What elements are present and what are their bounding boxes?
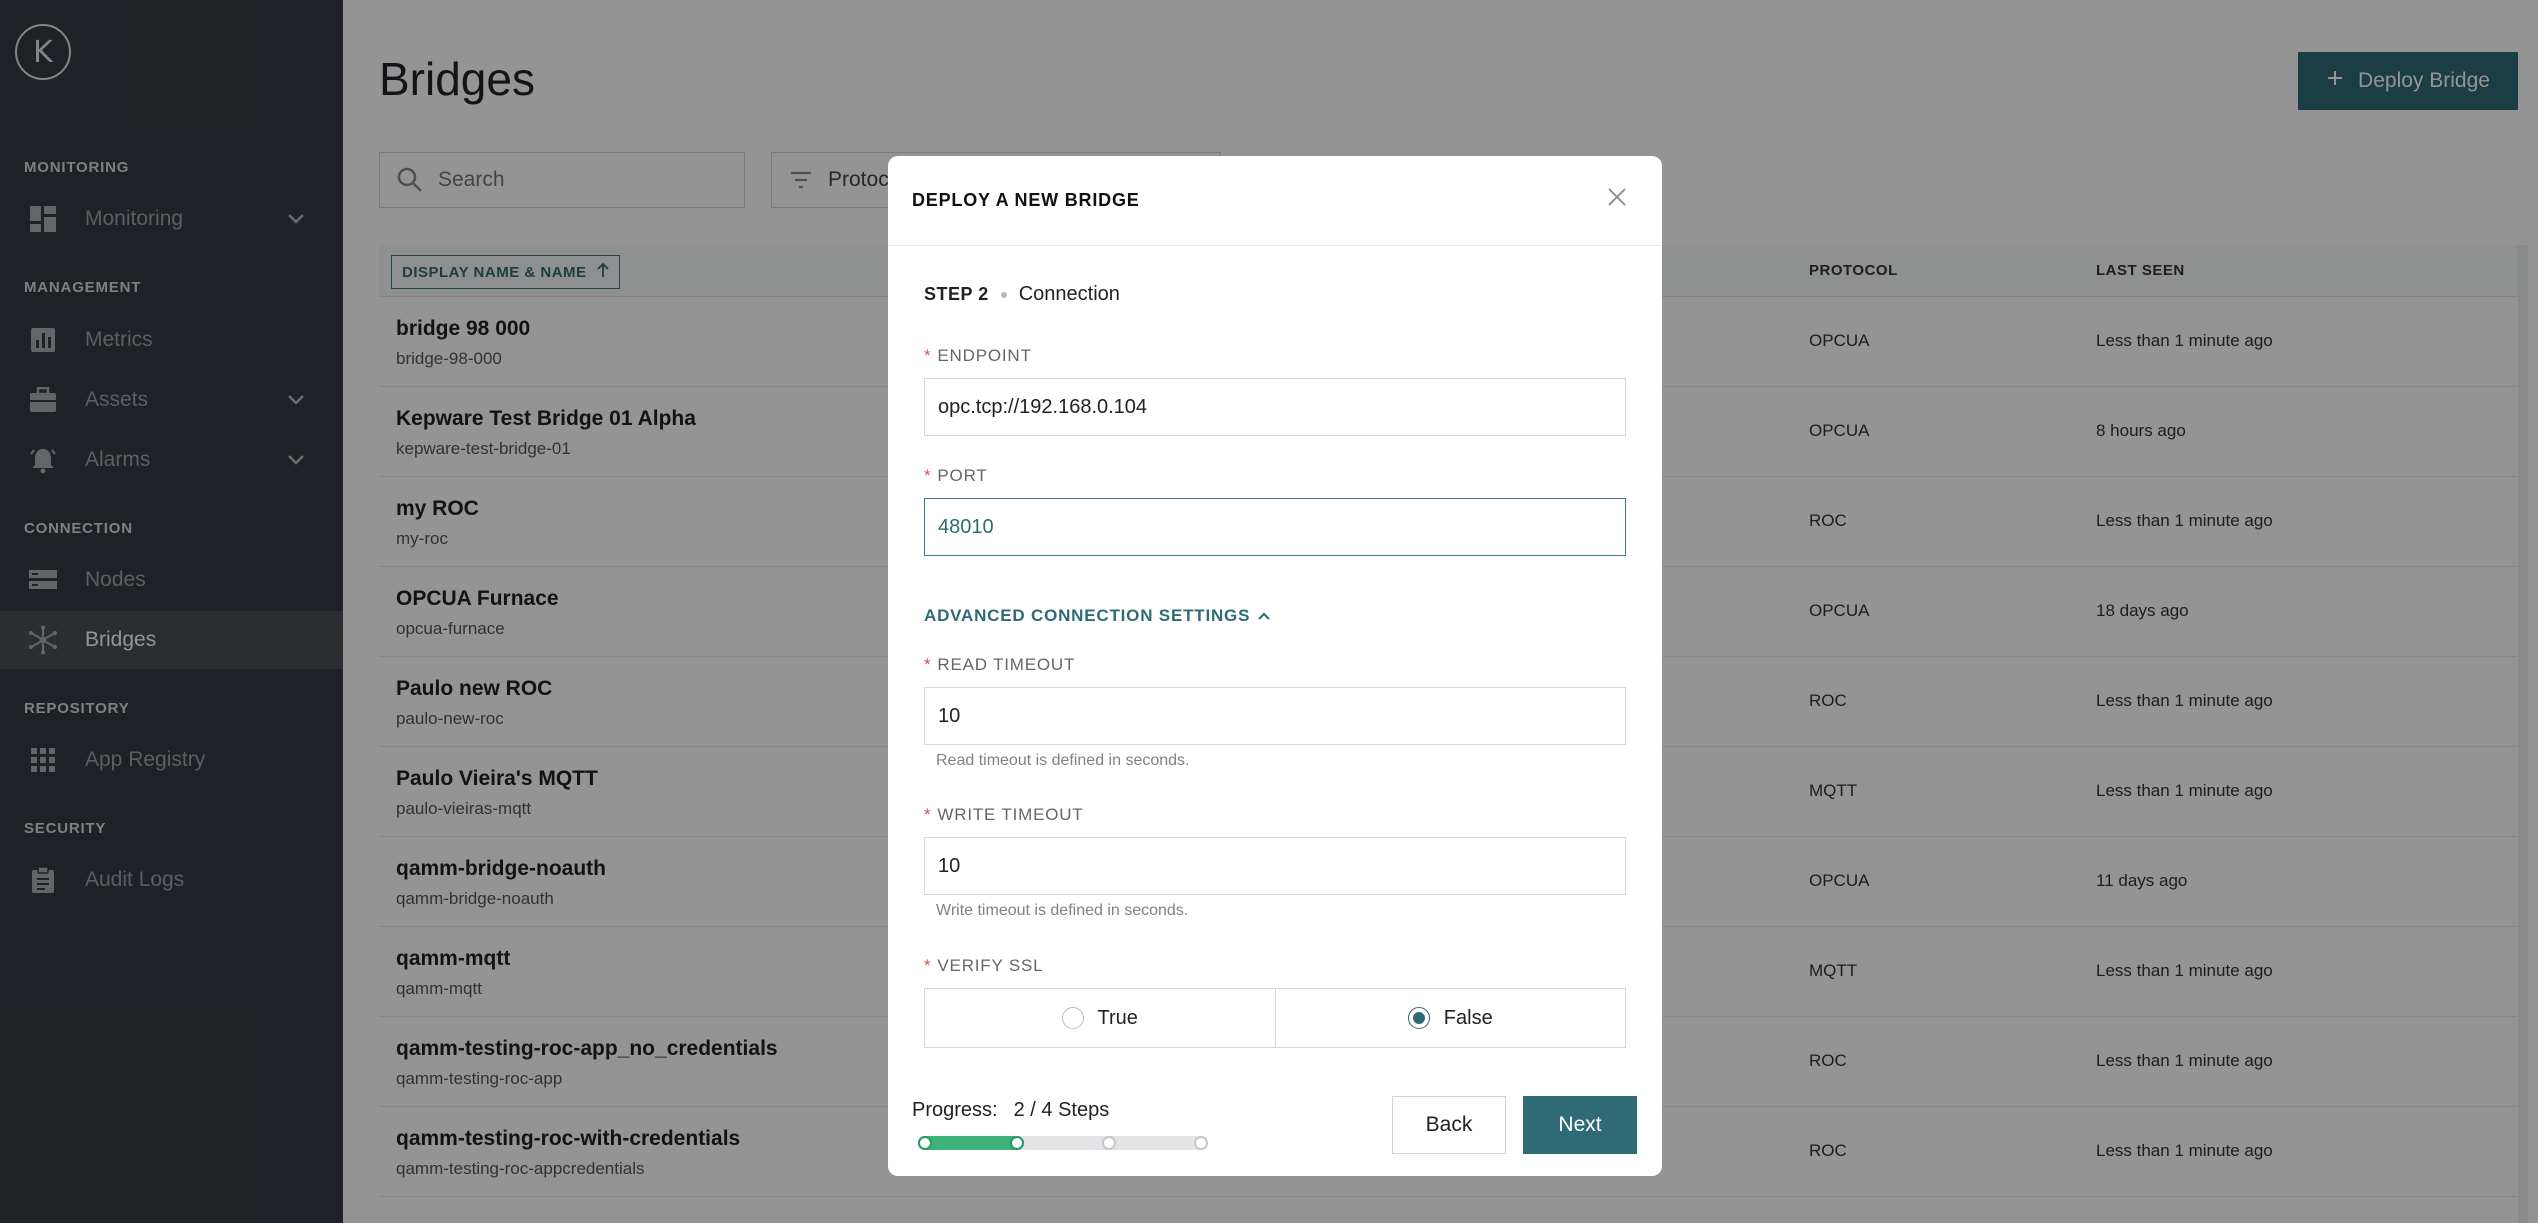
verify-ssl-true[interactable]: True xyxy=(925,989,1275,1047)
close-icon[interactable] xyxy=(1602,182,1632,212)
step-number: STEP 2 xyxy=(924,284,989,304)
endpoint-field[interactable]: opc.tcp://192.168.0.104 xyxy=(924,378,1626,436)
progress-step-dot xyxy=(1102,1136,1116,1150)
modal-title: DEPLOY A NEW BRIDGE xyxy=(912,190,1140,210)
write-timeout-label: * WRITE TIMEOUT xyxy=(924,805,1084,824)
port-label: * PORT xyxy=(924,466,988,485)
progress-step-dot xyxy=(1010,1136,1024,1150)
back-button[interactable]: Back xyxy=(1392,1096,1506,1154)
deploy-bridge-modal: DEPLOY A NEW BRIDGE STEP 2 Connection * E… xyxy=(888,156,1662,1176)
modal-header: DEPLOY A NEW BRIDGE xyxy=(888,156,1662,246)
step-separator xyxy=(1000,291,1007,298)
step-indicator: STEP 2 Connection xyxy=(924,283,1120,306)
radio-checked xyxy=(1407,1007,1430,1029)
read-timeout-hint: Read timeout is defined in seconds. xyxy=(936,752,1190,769)
port-field[interactable]: 48010 xyxy=(924,498,1626,556)
read-timeout-label: * READ TIMEOUT xyxy=(924,655,1076,674)
chevron-up-icon xyxy=(1258,606,1270,626)
write-timeout-field[interactable]: 10 xyxy=(924,837,1626,895)
radio-unchecked xyxy=(1061,1007,1084,1029)
next-button[interactable]: Next xyxy=(1523,1096,1637,1154)
step-name: Connection xyxy=(1018,283,1120,305)
progress-step-dot xyxy=(1194,1136,1208,1150)
progress-value: 2 / 4 Steps xyxy=(1013,1099,1110,1121)
progress-label: Progress: 2 / 4 Steps xyxy=(912,1099,1110,1121)
progress-step-dot xyxy=(918,1136,932,1150)
endpoint-label: * ENDPOINT xyxy=(924,346,1032,365)
verify-ssl-radio-group: True False xyxy=(924,988,1626,1048)
read-timeout-field[interactable]: 10 xyxy=(924,687,1626,745)
advanced-settings-toggle[interactable]: ADVANCED CONNECTION SETTINGS xyxy=(924,606,1270,626)
verify-ssl-label: * VERIFY SSL xyxy=(924,956,1044,975)
verify-ssl-false[interactable]: False xyxy=(1274,989,1626,1047)
write-timeout-hint: Write timeout is defined in seconds. xyxy=(936,902,1189,919)
progress-fill xyxy=(918,1136,1024,1150)
